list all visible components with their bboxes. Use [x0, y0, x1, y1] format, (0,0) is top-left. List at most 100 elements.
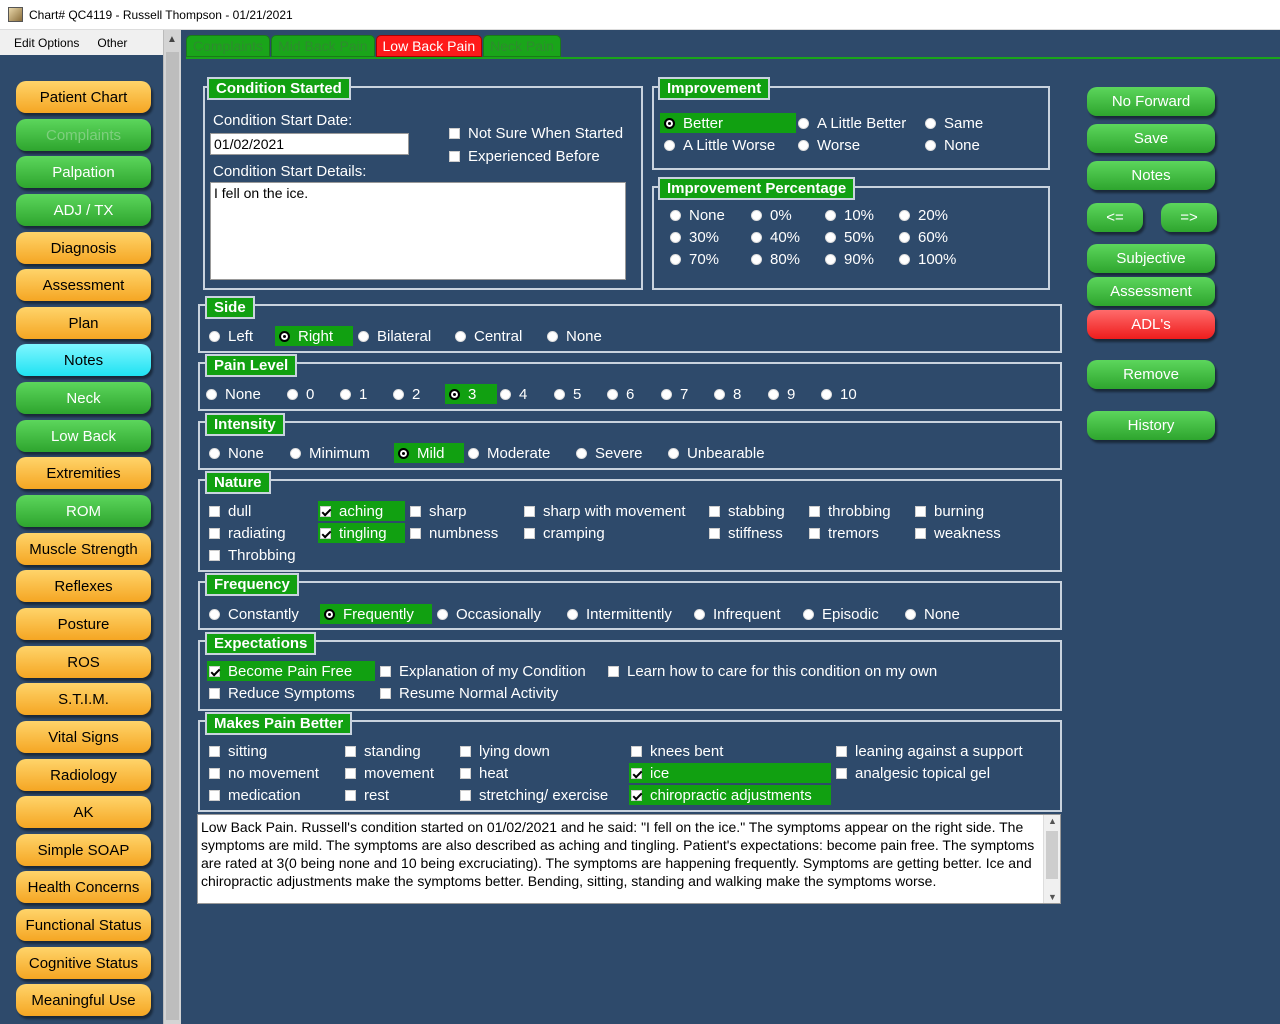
checkbox-box[interactable]	[345, 767, 356, 779]
radio-button[interactable]	[664, 139, 675, 151]
checkbox-box[interactable]	[345, 789, 356, 801]
radio-button[interactable]	[821, 388, 832, 400]
nav-neck[interactable]: Neck	[16, 382, 151, 414]
pain-level-8[interactable]: 8	[714, 384, 741, 404]
radio-button[interactable]	[547, 330, 558, 342]
improvement-better[interactable]: Better	[660, 113, 796, 133]
nav-stim[interactable]: S.T.I.M.	[16, 683, 151, 715]
improvement-worse[interactable]: Worse	[798, 135, 860, 155]
checkbox-box[interactable]	[631, 767, 642, 779]
nature-tingling[interactable]: tingling	[318, 523, 405, 543]
summary-scrollbar[interactable]: ▲ ▼	[1043, 815, 1060, 903]
checkbox-box[interactable]	[209, 527, 220, 539]
better-sitting[interactable]: sitting	[209, 741, 267, 761]
improvement-same[interactable]: Same	[925, 113, 983, 133]
checkbox-box[interactable]	[320, 505, 331, 517]
radio-button[interactable]	[803, 608, 814, 620]
nature-dull[interactable]: dull	[209, 501, 251, 521]
scroll-thumb[interactable]	[1046, 831, 1058, 879]
improvement-none[interactable]: None	[925, 135, 980, 155]
intensity-none[interactable]: None	[209, 443, 264, 463]
checkbox-box[interactable]	[380, 687, 391, 699]
radio-button[interactable]	[670, 253, 681, 265]
checkbox-box[interactable]	[345, 745, 356, 757]
checkbox-box[interactable]	[209, 549, 220, 561]
radio-button[interactable]	[393, 388, 404, 400]
subjective-button[interactable]: Subjective	[1087, 244, 1215, 273]
expectation-explanation[interactable]: Explanation of my Condition	[380, 661, 586, 681]
frequency-infrequent[interactable]: Infrequent	[694, 604, 781, 624]
radio-button[interactable]	[554, 388, 565, 400]
checkbox-box[interactable]	[631, 745, 642, 757]
radio-button[interactable]	[899, 231, 910, 243]
checkbox-box[interactable]	[524, 505, 535, 517]
nature-cramping[interactable]: cramping	[524, 523, 605, 543]
scroll-down-icon[interactable]: ▼	[1048, 892, 1057, 902]
side-bilateral[interactable]: Bilateral	[358, 326, 431, 346]
better-analgesic-topical-gel[interactable]: analgesic topical gel	[836, 763, 990, 783]
checkbox-box[interactable]	[380, 665, 391, 677]
pain-level-5[interactable]: 5	[554, 384, 581, 404]
radio-button[interactable]	[925, 139, 936, 151]
checkbox-box[interactable]	[915, 527, 926, 539]
checkbox-box[interactable]	[410, 505, 421, 517]
previous-button[interactable]: <=	[1087, 203, 1143, 232]
nav-health-concerns[interactable]: Health Concerns	[16, 871, 151, 903]
scroll-up-icon[interactable]: ▲	[1048, 816, 1057, 826]
nature-aching[interactable]: aching	[318, 501, 405, 521]
pct-none[interactable]: None	[670, 205, 725, 225]
improvement-a-little-better[interactable]: A Little Better	[798, 113, 906, 133]
pct-40[interactable]: 40%	[751, 227, 800, 247]
better-lying-down[interactable]: lying down	[460, 741, 550, 761]
checkbox-box[interactable]	[320, 527, 331, 539]
radio-button[interactable]	[607, 388, 618, 400]
radio-button[interactable]	[751, 231, 762, 243]
pain-level-0[interactable]: 0	[287, 384, 314, 404]
radio-button[interactable]	[468, 447, 479, 459]
adls-button[interactable]: ADL's	[1087, 310, 1215, 339]
no-forward-button[interactable]: No Forward	[1087, 87, 1215, 116]
radio-button[interactable]	[670, 231, 681, 243]
radio-button[interactable]	[209, 330, 220, 342]
nature-tremors[interactable]: tremors	[809, 523, 879, 543]
pain-level-3[interactable]: 3	[445, 384, 497, 404]
checkbox-box[interactable]	[608, 665, 619, 677]
intensity-unbearable[interactable]: Unbearable	[668, 443, 765, 463]
pain-level-none[interactable]: None	[206, 384, 261, 404]
pain-level-2[interactable]: 2	[393, 384, 420, 404]
save-button[interactable]: Save	[1087, 124, 1215, 153]
radio-button[interactable]	[798, 117, 809, 129]
nature-throbbing[interactable]: throbbing	[809, 501, 891, 521]
frequency-episodic[interactable]: Episodic	[803, 604, 879, 624]
scroll-up-icon[interactable]: ▲	[167, 34, 177, 45]
expectation-learn-self-care[interactable]: Learn how to care for this condition on …	[608, 661, 937, 681]
nav-functional-status[interactable]: Functional Status	[16, 909, 151, 941]
nature-sharp[interactable]: sharp	[410, 501, 467, 521]
radio-button[interactable]	[899, 253, 910, 265]
pain-level-7[interactable]: 7	[661, 384, 688, 404]
scroll-thumb[interactable]	[166, 52, 179, 1020]
nav-cognitive-status[interactable]: Cognitive Status	[16, 947, 151, 979]
radio-button[interactable]	[899, 209, 910, 221]
pain-level-9[interactable]: 9	[768, 384, 795, 404]
checkbox-box[interactable]	[809, 527, 820, 539]
checkbox-box[interactable]	[209, 789, 220, 801]
pct-0[interactable]: 0%	[751, 205, 792, 225]
better-knees-bent[interactable]: knees bent	[631, 741, 723, 761]
nav-reflexes[interactable]: Reflexes	[16, 570, 151, 602]
pain-level-6[interactable]: 6	[607, 384, 634, 404]
radio-button[interactable]	[449, 388, 460, 400]
better-rest[interactable]: rest	[345, 785, 389, 805]
checkbox-box[interactable]	[410, 527, 421, 539]
nav-palpation[interactable]: Palpation	[16, 156, 151, 188]
experienced-before-checkbox[interactable]: Experienced Before	[449, 146, 600, 166]
frequency-constantly[interactable]: Constantly	[209, 604, 299, 624]
radio-button[interactable]	[751, 253, 762, 265]
nature-stabbing[interactable]: stabbing	[709, 501, 785, 521]
nav-rom[interactable]: ROM	[16, 495, 151, 527]
tab-mid-back-pain[interactable]: Mid Back Pain	[271, 35, 375, 57]
frequency-frequently[interactable]: Frequently	[320, 604, 432, 624]
better-standing[interactable]: standing	[345, 741, 421, 761]
nav-radiology[interactable]: Radiology	[16, 759, 151, 791]
pct-90[interactable]: 90%	[825, 249, 874, 269]
